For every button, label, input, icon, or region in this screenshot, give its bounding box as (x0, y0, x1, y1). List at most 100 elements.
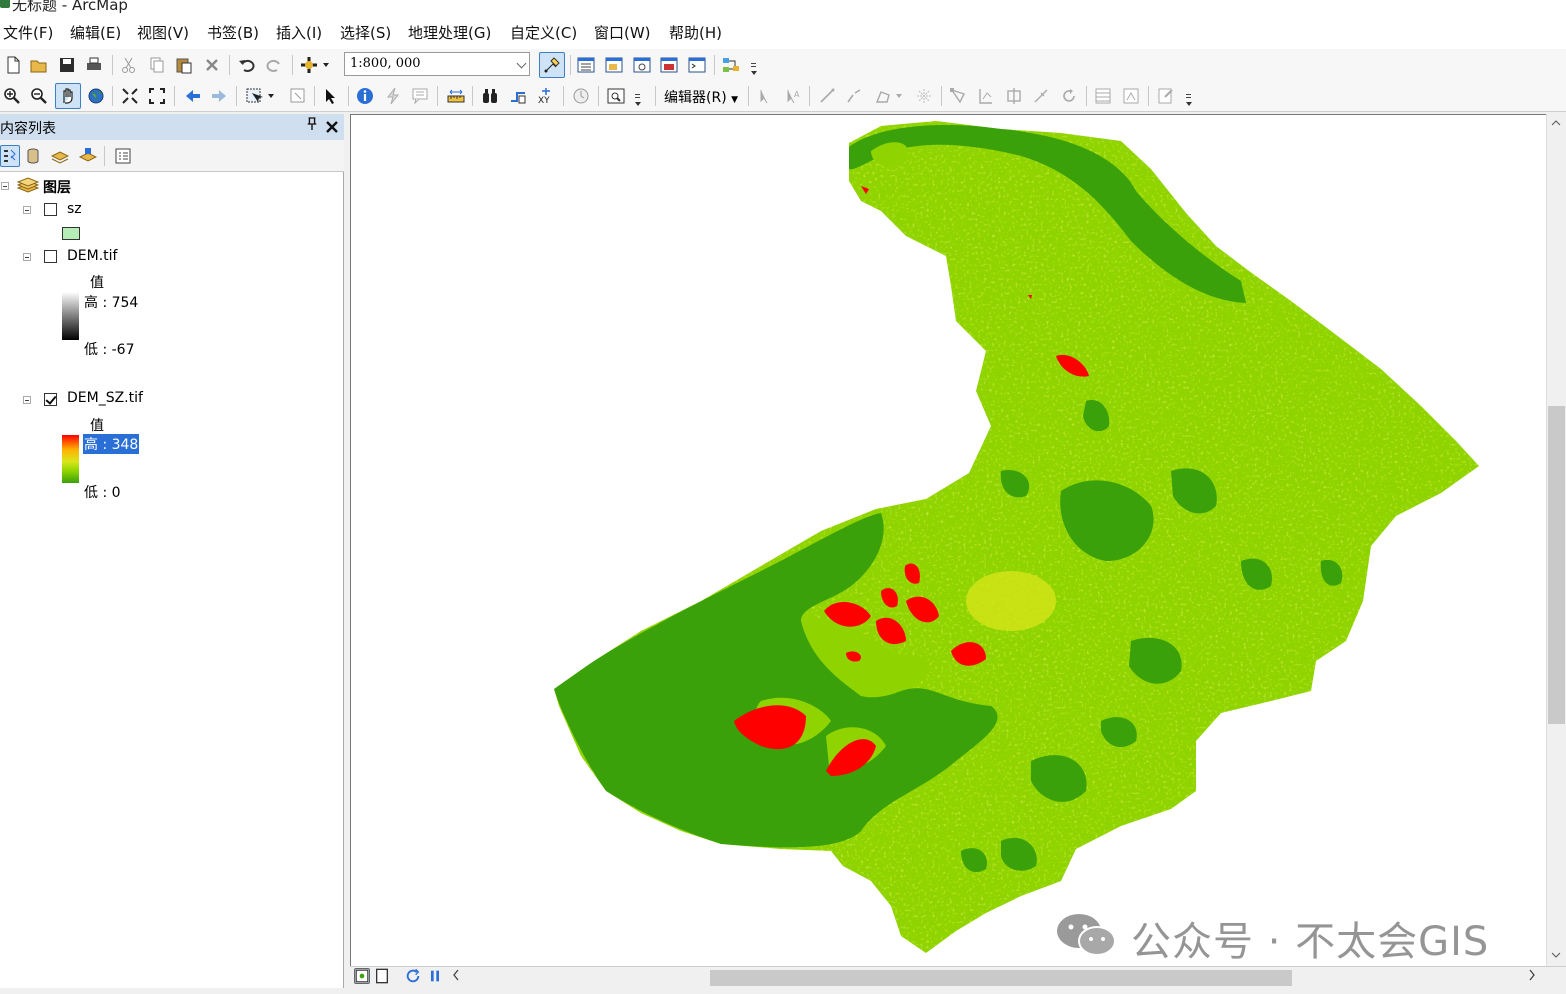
undo-icon[interactable] (236, 54, 258, 76)
layer-name-dem-sz[interactable]: DEM_SZ.tif (67, 390, 143, 406)
list-by-visibility-icon[interactable] (49, 145, 71, 167)
redo-icon[interactable] (263, 54, 285, 76)
map-scale-combobox[interactable]: 1:800, 000 (344, 52, 530, 76)
attributes-icon[interactable] (1092, 85, 1114, 107)
fixed-zoom-in-icon[interactable] (119, 85, 141, 107)
edit-vertices-icon[interactable] (947, 85, 969, 107)
model-builder-icon[interactable] (720, 54, 742, 76)
identify-icon[interactable] (354, 85, 376, 107)
scroll-right-icon[interactable] (1528, 969, 1536, 985)
layer-visibility-checkbox-dem[interactable] (44, 250, 57, 263)
layer-visibility-checkbox-dem-sz[interactable] (44, 393, 57, 406)
create-features-icon[interactable] (1155, 85, 1177, 107)
toolbar-options-icon[interactable] (1185, 90, 1193, 110)
vertical-scroll-thumb[interactable] (1548, 406, 1565, 724)
edit-annotation-icon[interactable]: A (781, 85, 803, 107)
toc-window-icon[interactable] (575, 54, 597, 76)
point-tool-icon[interactable] (913, 85, 935, 107)
clear-selection-icon[interactable] (287, 85, 309, 107)
cut-icon[interactable] (118, 54, 140, 76)
collapse-icon[interactable] (23, 206, 31, 214)
menu-insert[interactable]: 插入(I) (276, 22, 322, 43)
elevation-color-ramp[interactable] (62, 435, 79, 483)
zoom-out-icon[interactable] (28, 85, 50, 107)
arctoolbox-icon[interactable] (658, 54, 680, 76)
full-extent-globe-icon[interactable] (85, 85, 107, 107)
search-window-icon[interactable] (631, 54, 653, 76)
menu-customize[interactable]: 自定义(C) (510, 22, 577, 43)
list-by-selection-icon[interactable] (77, 145, 99, 167)
collapse-icon[interactable] (1, 182, 9, 190)
reshape-feature-icon[interactable] (975, 85, 997, 107)
scroll-up-icon[interactable] (1551, 116, 1561, 131)
refresh-icon[interactable] (405, 968, 421, 984)
menu-help[interactable]: 帮助(H) (669, 22, 722, 43)
open-folder-icon[interactable] (28, 54, 50, 76)
layer-visibility-checkbox-sz[interactable] (44, 203, 57, 216)
end-point-arc-icon[interactable] (843, 85, 865, 107)
scroll-down-icon[interactable] (1551, 948, 1561, 963)
time-slider-icon[interactable] (570, 85, 592, 107)
find-binoculars-icon[interactable] (479, 85, 501, 107)
list-by-source-icon[interactable] (22, 145, 44, 167)
edit-tool-icon[interactable] (754, 85, 776, 107)
copy-icon[interactable] (146, 54, 168, 76)
find-route-icon[interactable] (507, 85, 529, 107)
editor-toolbar-icon[interactable] (539, 52, 565, 78)
select-features-icon[interactable] (244, 85, 278, 107)
go-forward-arrow-icon[interactable] (208, 85, 230, 107)
new-document-icon[interactable] (2, 54, 24, 76)
menu-selection[interactable]: 选择(S) (340, 22, 391, 43)
menu-view[interactable]: 视图(V) (137, 22, 189, 43)
scroll-left-icon[interactable] (452, 969, 460, 985)
menu-windows[interactable]: 窗口(W) (594, 22, 651, 43)
fixed-zoom-out-icon[interactable] (146, 85, 168, 107)
viewer-window-icon[interactable] (605, 85, 627, 107)
cut-polygons-icon[interactable] (1003, 85, 1025, 107)
trace-tool-icon[interactable] (872, 85, 906, 107)
horizontal-scroll-thumb[interactable] (710, 970, 1292, 986)
toc-options-icon[interactable] (112, 145, 134, 167)
delete-icon[interactable] (201, 54, 223, 76)
data-frame-label[interactable]: 图层 (43, 177, 71, 197)
vertical-scrollbar[interactable] (1546, 114, 1566, 966)
add-data-icon[interactable] (299, 54, 333, 76)
print-icon[interactable] (83, 54, 105, 76)
html-popup-icon[interactable] (409, 85, 431, 107)
pause-drawing-icon[interactable] (427, 968, 443, 984)
paste-icon[interactable] (173, 54, 195, 76)
pan-hand-icon[interactable] (55, 83, 81, 109)
go-back-arrow-icon[interactable] (182, 85, 204, 107)
menu-geoprocessing[interactable]: 地理处理(G) (408, 22, 491, 43)
layer-name-sz[interactable]: sz (67, 201, 82, 217)
toolbar-options-icon[interactable] (634, 90, 642, 110)
menu-file[interactable]: 文件(F) (3, 22, 53, 43)
menu-edit[interactable]: 编辑(E) (70, 22, 121, 43)
rotate-tool-icon[interactable] (1058, 85, 1080, 107)
editor-menu-button[interactable]: 编辑器(R) ▼ (664, 87, 738, 107)
polygon-symbol-swatch[interactable] (62, 227, 80, 240)
hyperlink-icon[interactable] (382, 85, 404, 107)
select-elements-arrow-icon[interactable] (320, 85, 342, 107)
catalog-window-icon[interactable] (603, 54, 625, 76)
menu-bookmarks[interactable]: 书签(B) (207, 22, 259, 43)
straight-segment-icon[interactable] (816, 85, 838, 107)
measure-icon[interactable] (445, 85, 467, 107)
sketch-properties-icon[interactable] (1120, 85, 1142, 107)
save-icon[interactable] (56, 54, 78, 76)
split-tool-icon[interactable] (1030, 85, 1052, 107)
collapse-icon[interactable] (23, 396, 31, 404)
toolbar-options-icon[interactable] (750, 59, 758, 79)
grayscale-color-ramp[interactable] (62, 292, 79, 340)
go-to-xy-icon[interactable]: XY (535, 85, 557, 107)
python-window-icon[interactable] (686, 54, 708, 76)
list-by-drawing-order-icon[interactable] (0, 145, 20, 167)
layout-view-icon[interactable] (374, 968, 390, 984)
zoom-in-icon[interactable] (1, 85, 23, 107)
layer-name-dem[interactable]: DEM.tif (67, 248, 117, 264)
legend-high-dem-sz[interactable]: 高 : 348 (83, 434, 140, 454)
pin-icon[interactable] (306, 116, 318, 136)
collapse-icon[interactable] (23, 253, 31, 261)
close-icon[interactable] (325, 114, 339, 139)
map-display[interactable]: 公众号 · 不太会GIS (350, 114, 1546, 966)
